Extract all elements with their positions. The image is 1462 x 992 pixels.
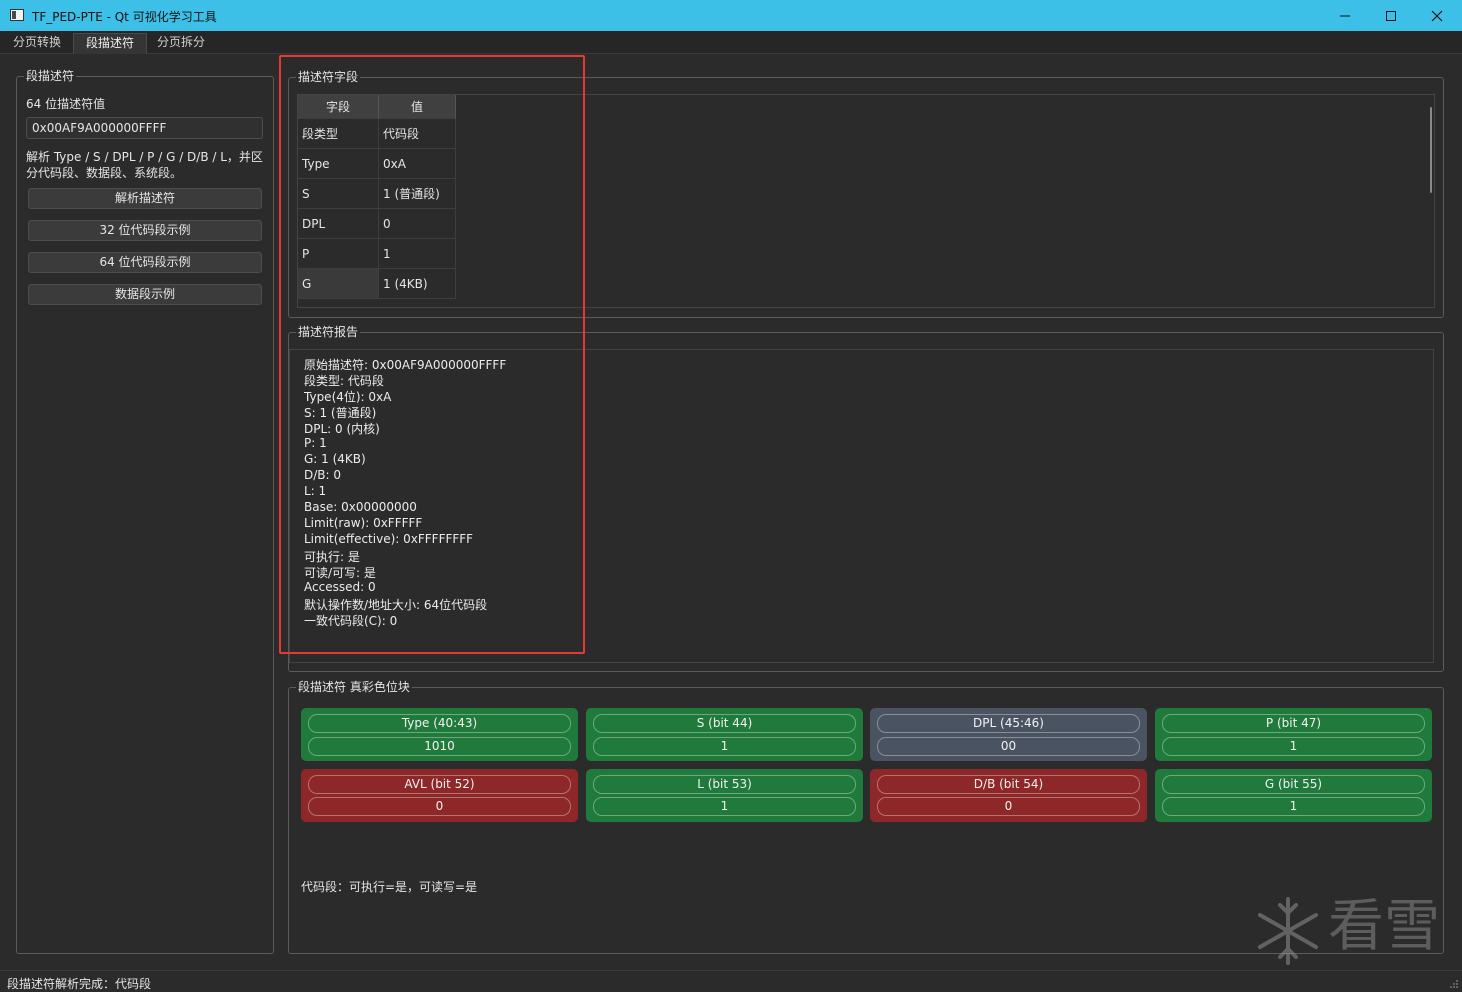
bit-card-label: G (bit 55) bbox=[1162, 775, 1425, 794]
segment-summary: 代码段：可执行=是，可读写=是 bbox=[301, 880, 478, 894]
bit-card-value: 0 bbox=[308, 797, 571, 816]
watermark: 看雪 bbox=[1252, 893, 1442, 968]
hint-text-line-2: 分代码段、数据段、系统段。 bbox=[26, 166, 183, 180]
descriptor-value-label: 64 位描述符值 bbox=[26, 97, 106, 111]
bit-card-label: Type (40:43) bbox=[308, 714, 571, 733]
bit-card-type: Type (40:43) 1010 bbox=[301, 708, 578, 761]
bit-card-p: P (bit 47) 1 bbox=[1155, 708, 1432, 761]
bit-card-value: 0 bbox=[877, 797, 1140, 816]
group-title: 段描述符 bbox=[24, 69, 77, 83]
table-scrollbar[interactable] bbox=[1430, 107, 1432, 193]
bit-card-label: P (bit 47) bbox=[1162, 714, 1425, 733]
status-message: 段描述符解析完成：代码段 bbox=[7, 977, 152, 991]
bit-card-value: 1010 bbox=[308, 737, 571, 756]
bit-card-l: L (bit 53) 1 bbox=[586, 769, 863, 822]
bit-card-label: L (bit 53) bbox=[593, 775, 856, 794]
code32-example-button[interactable]: 32 位代码段示例 bbox=[28, 220, 262, 241]
tab-paging-convert[interactable]: 分页转换 bbox=[1, 33, 73, 54]
descriptor-value-input[interactable]: 0x00AF9A000000FFFF bbox=[26, 117, 263, 139]
maximize-button[interactable] bbox=[1368, 0, 1414, 31]
minimize-button[interactable] bbox=[1322, 0, 1368, 31]
close-button[interactable] bbox=[1414, 0, 1460, 31]
bit-card-g: G (bit 55) 1 bbox=[1155, 769, 1432, 822]
tab-bar: 分页转换 段描述符 分页拆分 bbox=[0, 31, 1462, 54]
bit-card-label: AVL (bit 52) bbox=[308, 775, 571, 794]
title-bar[interactable]: TF_PED-PTE - Qt 可视化学习工具 bbox=[0, 0, 1462, 31]
parse-descriptor-button[interactable]: 解析描述符 bbox=[28, 188, 262, 209]
bit-card-label: DPL (45:46) bbox=[877, 714, 1140, 733]
bit-card-value: 1 bbox=[593, 797, 856, 816]
maximize-icon bbox=[1386, 11, 1396, 21]
code64-example-button[interactable]: 64 位代码段示例 bbox=[28, 252, 262, 273]
status-bar: 段描述符解析完成：代码段 bbox=[0, 970, 1462, 992]
bit-card-value: 00 bbox=[877, 737, 1140, 756]
highlight-box bbox=[279, 55, 585, 654]
watermark-text: 看雪 bbox=[1328, 894, 1440, 959]
close-icon bbox=[1431, 10, 1443, 22]
hint-text-line-1: 解析 Type / S / DPL / P / G / D/B / L，并区 bbox=[26, 150, 263, 164]
size-grip-icon[interactable] bbox=[1449, 979, 1459, 989]
bit-card-dpl: DPL (45:46) 00 bbox=[870, 708, 1147, 761]
bit-card-label: D/B (bit 54) bbox=[877, 775, 1140, 794]
bit-card-s: S (bit 44) 1 bbox=[586, 708, 863, 761]
bit-card-value: 1 bbox=[1162, 797, 1425, 816]
app-icon bbox=[10, 9, 24, 21]
bit-card-label: S (bit 44) bbox=[593, 714, 856, 733]
tab-paging-split[interactable]: 分页拆分 bbox=[145, 33, 217, 54]
snowflake-icon bbox=[1258, 897, 1318, 965]
bit-card-avl: AVL (bit 52) 0 bbox=[301, 769, 578, 822]
data-segment-example-button[interactable]: 数据段示例 bbox=[28, 284, 262, 305]
bit-card-db: D/B (bit 54) 0 bbox=[870, 769, 1147, 822]
bit-card-value: 1 bbox=[1162, 737, 1425, 756]
minimize-icon bbox=[1340, 15, 1350, 17]
window-title: TF_PED-PTE - Qt 可视化学习工具 bbox=[32, 10, 217, 24]
bit-card-value: 1 bbox=[593, 737, 856, 756]
group-title: 段描述符 真彩色位块 bbox=[296, 680, 412, 694]
tab-segment-descriptor[interactable]: 段描述符 bbox=[73, 33, 148, 54]
